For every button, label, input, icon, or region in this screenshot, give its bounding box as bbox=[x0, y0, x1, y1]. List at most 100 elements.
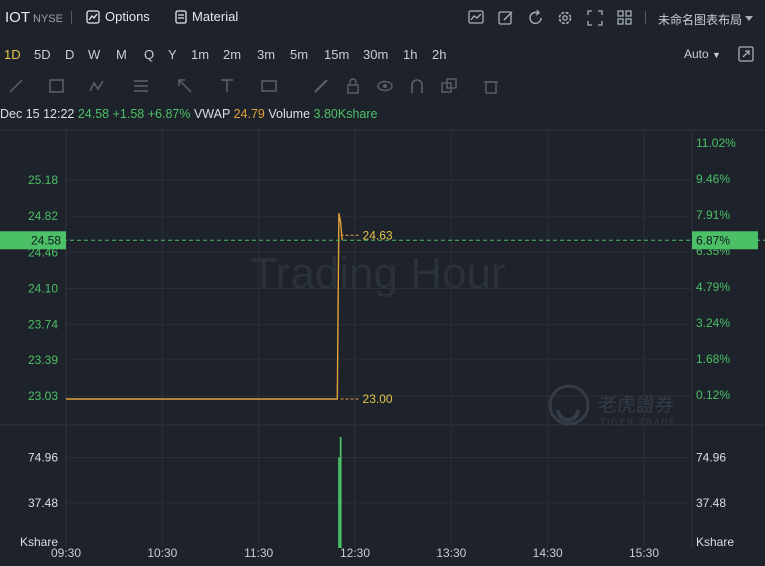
pct-tick-label: 1.68% bbox=[696, 352, 730, 366]
price-tick-label: 24.82 bbox=[28, 209, 58, 223]
pct-tick-label: 4.79% bbox=[696, 280, 730, 294]
pct-tick-label: 3.24% bbox=[696, 316, 730, 330]
interval-m[interactable]: M bbox=[116, 47, 127, 62]
low-annotation: 23.00 bbox=[363, 392, 393, 406]
quote-info-line: Dec 15 12:22 24.58 +1.58 +6.87% VWAP 24.… bbox=[0, 107, 377, 121]
top-toolbar: IOT NYSE Options Material 未命名图表布局 bbox=[0, 0, 765, 36]
interval-1m[interactable]: 1m bbox=[191, 47, 209, 62]
eye-icon[interactable] bbox=[376, 77, 394, 95]
pct-tick-label: 11.02% bbox=[696, 136, 736, 150]
volume-value: 3.80Kshare bbox=[313, 107, 378, 121]
interval-y[interactable]: Y bbox=[168, 47, 177, 62]
measure-tool-icon[interactable] bbox=[260, 77, 278, 95]
interval-w[interactable]: W bbox=[88, 47, 100, 62]
current-price-badge-text: 24.58 bbox=[31, 233, 61, 247]
fullscreen-icon[interactable] bbox=[586, 9, 604, 27]
text-tool-icon[interactable] bbox=[218, 77, 236, 95]
price-tick-label: 24.10 bbox=[28, 282, 58, 296]
interval-1h[interactable]: 1h bbox=[403, 47, 417, 62]
x-tick-label: 12:30 bbox=[340, 546, 370, 560]
edit-icon[interactable] bbox=[497, 9, 515, 27]
watermark-text: Trading Hour bbox=[250, 249, 505, 298]
caret-down-icon: ▼ bbox=[712, 50, 721, 60]
options-label: Options bbox=[105, 9, 150, 24]
refresh-icon[interactable] bbox=[527, 9, 545, 27]
grid-layout-icon[interactable] bbox=[616, 9, 634, 27]
quote-datetime: Dec 15 12:22 bbox=[0, 107, 75, 121]
rectangle-tool-icon[interactable] bbox=[48, 77, 66, 95]
ticker-symbol[interactable]: IOT bbox=[5, 9, 30, 26]
interval-5d[interactable]: 5D bbox=[34, 47, 51, 62]
volume-tick-label-right: 37.48 bbox=[696, 496, 726, 510]
options-chart-icon bbox=[86, 9, 100, 24]
x-tick-label: 10:30 bbox=[147, 546, 177, 560]
vwap-label: VWAP bbox=[193, 107, 231, 121]
options-button[interactable]: Options bbox=[86, 9, 150, 24]
x-tick-label: 14:30 bbox=[533, 546, 563, 560]
quote-change: +1.58 bbox=[112, 107, 145, 121]
volume-label: Volume bbox=[268, 107, 311, 121]
interval-5m[interactable]: 5m bbox=[290, 47, 308, 62]
x-tick-label: 13:30 bbox=[436, 546, 466, 560]
brand-watermark: 老虎證券 TIGER TRADE bbox=[548, 384, 675, 427]
current-price-badge bbox=[0, 231, 66, 250]
pattern-tool-icon[interactable] bbox=[88, 77, 106, 95]
scale-mode-select[interactable]: Auto ▼ bbox=[684, 47, 721, 61]
volume-tick-label: 74.96 bbox=[28, 451, 58, 465]
magnet-icon[interactable] bbox=[408, 77, 426, 95]
current-pct-badge bbox=[692, 231, 758, 250]
quote-change-pct: +6.87% bbox=[147, 107, 191, 121]
interval-2m[interactable]: 2m bbox=[223, 47, 241, 62]
price-tick-label: 25.18 bbox=[28, 173, 58, 187]
brand-name-cn: 老虎證券 bbox=[598, 394, 674, 416]
interval-15m[interactable]: 15m bbox=[324, 47, 349, 62]
document-icon bbox=[175, 9, 187, 24]
high-annotation: 24.63 bbox=[363, 228, 393, 242]
gear-icon[interactable] bbox=[556, 9, 574, 27]
pct-tick-label: 7.91% bbox=[696, 208, 730, 222]
x-tick-label: 09:30 bbox=[51, 546, 81, 560]
fib-tool-icon[interactable] bbox=[132, 77, 150, 95]
interval-d[interactable]: D bbox=[65, 47, 74, 62]
price-tick-label: 23.74 bbox=[28, 318, 58, 332]
layout-selector[interactable]: 未命名图表布局 bbox=[658, 11, 742, 28]
divider bbox=[71, 11, 72, 24]
x-tick-label: 15:30 bbox=[629, 546, 659, 560]
trash-icon[interactable] bbox=[482, 77, 500, 95]
price-line bbox=[66, 213, 343, 400]
material-label: Material bbox=[192, 9, 239, 24]
interval-bar: 1D 5D D W M Q Y 1m 2m 3m 5m 15m 30m 1h 2h bbox=[0, 44, 765, 66]
axes-labels: 09:30 10:30 11:30 12:30 13:30 14:30 15:30 25.18… bbox=[20, 136, 736, 560]
volume-unit-label-right: Kshare bbox=[696, 535, 734, 549]
pct-tick-label: 6.35% bbox=[696, 244, 730, 258]
exchange-label: NYSE bbox=[33, 13, 63, 25]
pct-tick-label: 0.12% bbox=[696, 388, 730, 402]
arrow-tool-icon[interactable] bbox=[176, 77, 194, 95]
current-pct-badge-text: 6.87% bbox=[696, 233, 730, 247]
pct-tick-label: 9.46% bbox=[696, 172, 730, 186]
volume-tick-label-right: 74.96 bbox=[696, 451, 726, 465]
caret-down-icon[interactable] bbox=[742, 11, 760, 29]
price-tick-label: 24.46 bbox=[28, 245, 58, 259]
lock-icon[interactable] bbox=[344, 77, 362, 95]
chart-grid bbox=[0, 129, 765, 548]
interval-30m[interactable]: 30m bbox=[363, 47, 388, 62]
divider bbox=[645, 11, 646, 24]
pencil-icon[interactable] bbox=[312, 77, 330, 95]
volume-tick-label: 37.48 bbox=[28, 496, 58, 510]
volume-bar bbox=[339, 437, 342, 548]
quote-price: 24.58 bbox=[77, 107, 110, 121]
chart-type-icon[interactable] bbox=[467, 9, 485, 27]
interval-2h[interactable]: 2h bbox=[432, 47, 446, 62]
price-tick-label: 23.03 bbox=[28, 389, 58, 403]
volume-bar bbox=[338, 457, 340, 548]
interval-3m[interactable]: 3m bbox=[257, 47, 275, 62]
interval-q[interactable]: Q bbox=[144, 47, 154, 62]
clone-icon[interactable] bbox=[440, 77, 458, 95]
trend-line-tool-icon[interactable] bbox=[8, 77, 26, 95]
interval-1d[interactable]: 1D bbox=[4, 47, 21, 62]
material-button[interactable]: Material bbox=[175, 9, 238, 24]
scale-mode-label: Auto bbox=[684, 47, 709, 61]
volume-unit-label: Kshare bbox=[20, 535, 58, 549]
expand-icon[interactable] bbox=[738, 46, 754, 62]
